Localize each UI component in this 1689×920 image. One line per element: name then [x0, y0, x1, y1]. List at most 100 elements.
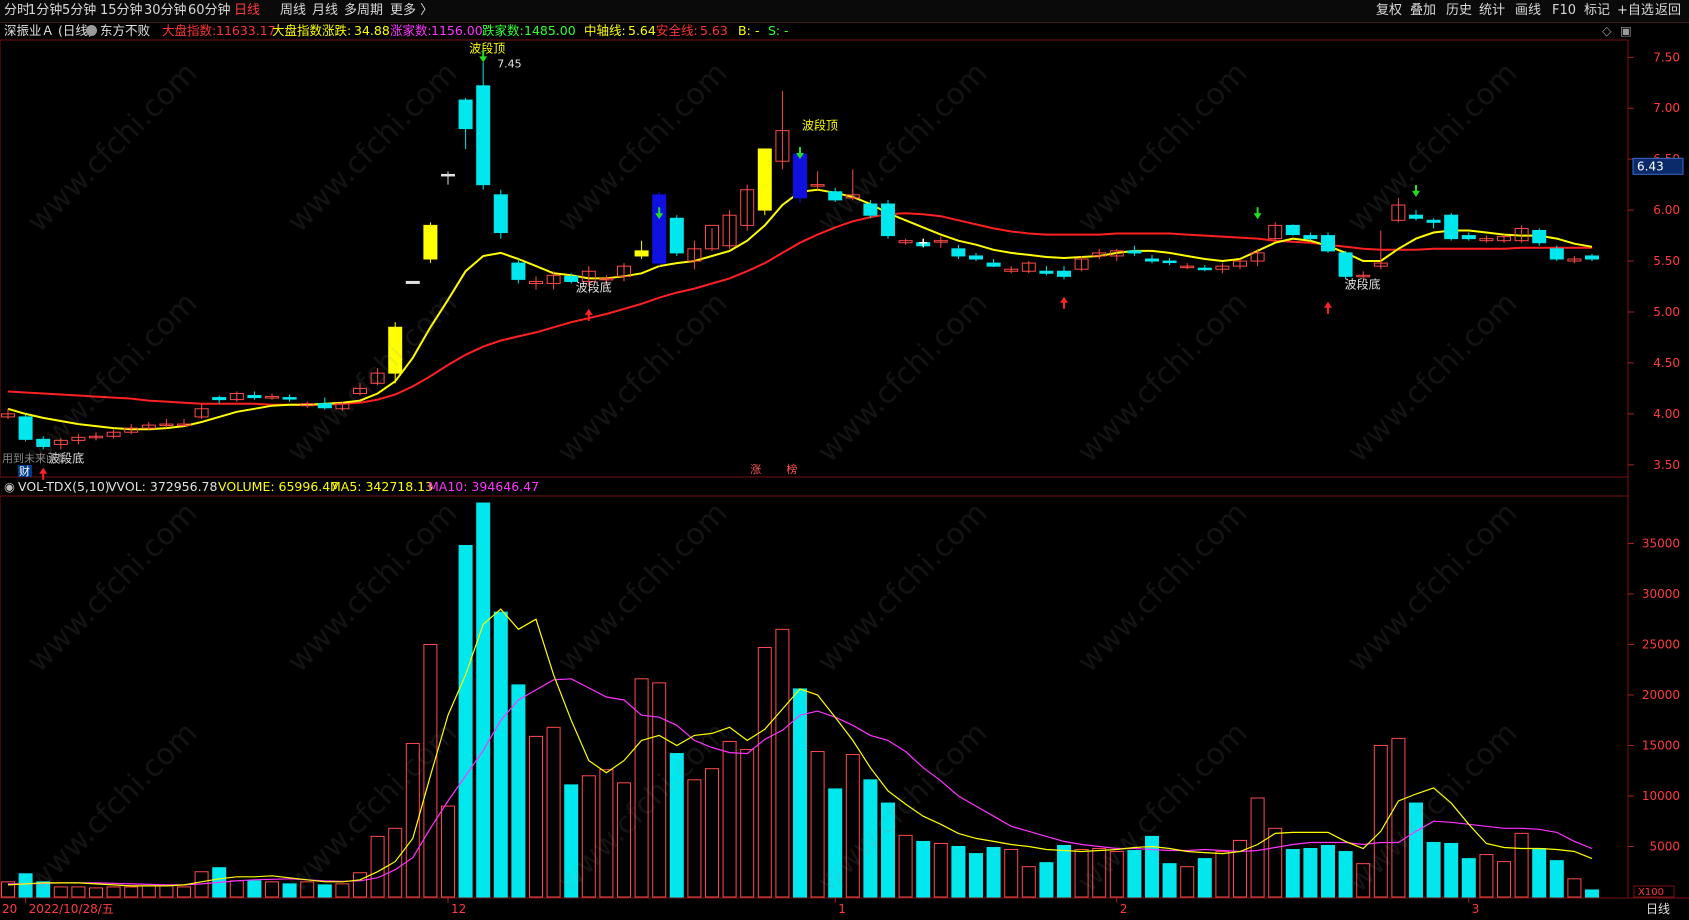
volume-bar: [722, 740, 737, 898]
volume-bar: [1497, 861, 1511, 898]
candle-body: [423, 224, 438, 260]
volume-bar: [969, 853, 983, 898]
volume-bar: [1092, 848, 1107, 898]
period-label: 日线: [1646, 902, 1670, 916]
volume-bar: [1039, 862, 1054, 898]
candle-body: [1338, 252, 1353, 277]
volume-bar: [881, 802, 895, 898]
volume-bar: [265, 881, 279, 898]
volume-bar: [1057, 844, 1071, 898]
volume-bar: [740, 749, 755, 898]
candle-body: [828, 191, 843, 201]
price-axis-label: 4.00: [1653, 407, 1680, 421]
volume-bar: [493, 611, 508, 898]
candle-body: [493, 194, 508, 234]
date-axis-label: 2: [1120, 902, 1128, 916]
volume-bar: [898, 834, 913, 898]
date-axis-label: 2022/10/28/五: [29, 902, 114, 916]
volume-bar: [159, 885, 174, 898]
price-axis-label: 5.00: [1653, 305, 1680, 319]
candle-body: [18, 416, 33, 440]
candle-body: [881, 203, 895, 237]
volume-bar: [353, 872, 367, 898]
volume-bar: [617, 782, 631, 898]
volume-bar: [775, 628, 790, 898]
high-price-label: 7.45: [497, 57, 522, 70]
buy-arrow-icon: [39, 467, 48, 480]
candle-body: [441, 173, 455, 177]
event-mark: 榜: [786, 462, 797, 476]
candle-body: [1532, 229, 1547, 244]
volume-axis-label: 10000: [1642, 789, 1680, 803]
volume-bar: [511, 684, 526, 898]
volume-bar: [458, 544, 473, 898]
volume-axis-label: 5000: [1649, 839, 1680, 853]
price-axis-label: 6.00: [1653, 203, 1680, 217]
volume-bar: [529, 735, 543, 898]
candle-body: [793, 153, 807, 199]
cai-badge: 财: [19, 464, 30, 478]
volume-bar: [564, 784, 579, 898]
date-axis-label: 20: [2, 902, 17, 916]
volume-bar: [141, 885, 156, 898]
candle-body: [969, 255, 983, 260]
volume-bar: [1461, 858, 1476, 898]
volume-bar: [247, 880, 262, 898]
volume-bar: [1268, 827, 1283, 898]
candle-body: [669, 217, 684, 254]
wave-bottom-label: 波段底: [1345, 277, 1381, 292]
volume-bar: [124, 886, 139, 898]
date-axis-label: 1: [838, 902, 846, 916]
candle-body: [1409, 214, 1423, 219]
candle-body: [1285, 224, 1300, 236]
wave-top-label: 波段顶: [469, 40, 505, 55]
candle-body: [36, 438, 51, 447]
volume-bar: [441, 805, 455, 898]
candle-body: [317, 403, 332, 409]
kline-chart[interactable]: 7.507.006.506.005.505.004.504.003.506.43…: [0, 0, 1689, 920]
volume-bar: [845, 754, 860, 898]
volume-axis-label: 35000: [1642, 536, 1680, 550]
price-axis-label: 5.50: [1653, 254, 1680, 268]
volume-axis-label: 20000: [1642, 688, 1680, 702]
event-mark: 涨: [750, 463, 761, 476]
volume-bar: [1180, 866, 1195, 898]
volume-bar: [1233, 839, 1247, 898]
volume-bar: [476, 502, 491, 898]
volume-bar: [177, 886, 191, 898]
candle-body: [388, 326, 403, 374]
volume-bar: [18, 873, 33, 898]
buy-arrow-icon: [1324, 301, 1332, 314]
candle-body: [1549, 248, 1564, 260]
volume-bar: [1285, 849, 1300, 898]
volume-bar: [1338, 851, 1353, 898]
volume-bar: [1303, 848, 1318, 898]
future-function-note: 用到未来函数: [2, 452, 68, 465]
candle-body: [863, 203, 878, 216]
candle-body: [951, 248, 966, 257]
volume-bar: [546, 726, 561, 898]
volume-bar: [1074, 849, 1089, 898]
candle-body: [1321, 235, 1335, 252]
candle-body: [511, 262, 526, 280]
volume-bar: [423, 643, 438, 898]
volume-bar: [757, 646, 772, 898]
sell-arrow-icon: [1412, 184, 1420, 197]
price-axis-label: 3.50: [1653, 458, 1680, 472]
volume-bar: [1197, 858, 1212, 898]
volume-bar: [1215, 851, 1230, 898]
volume-bar: [687, 779, 702, 898]
volume-bar: [1250, 797, 1265, 898]
volume-bar: [1004, 849, 1019, 898]
candle-body: [247, 395, 262, 399]
candle-body: [652, 194, 667, 264]
volume-axis-label: 30000: [1642, 587, 1680, 601]
volume-bar: [71, 886, 86, 898]
candle-body: [1303, 235, 1318, 240]
volume-axis-label: 25000: [1642, 637, 1680, 651]
volume-bar: [1532, 848, 1547, 898]
candle-body: [1426, 219, 1441, 223]
volume-bar: [1391, 737, 1406, 898]
candle-body: [986, 262, 1001, 267]
buy-arrow-icon: [1060, 296, 1068, 309]
